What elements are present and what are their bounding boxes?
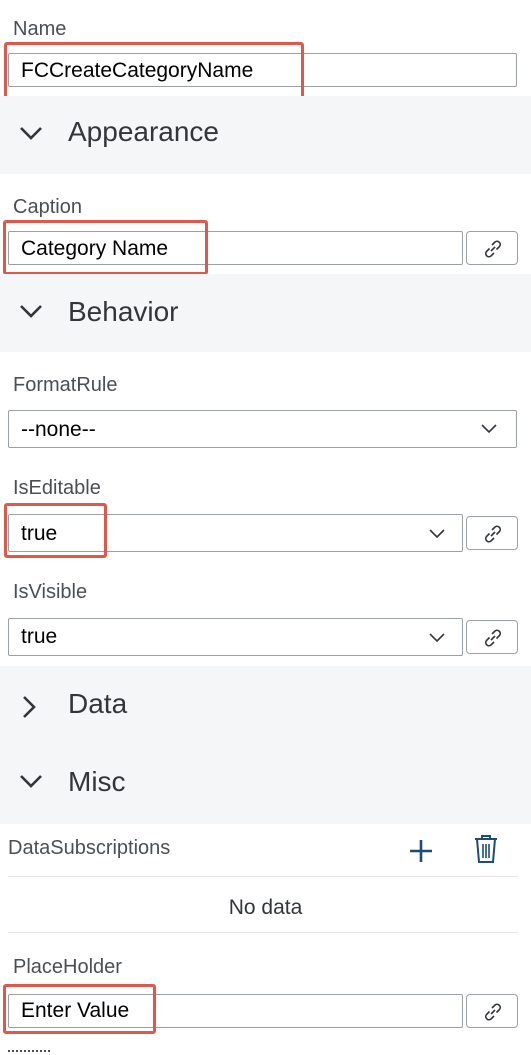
- no-data-text: No data: [228, 896, 303, 919]
- section-band-data-misc: Data Misc: [0, 666, 531, 824]
- placeholder-highlight: [3, 984, 156, 1034]
- iseditable-binding-button[interactable]: [466, 516, 518, 550]
- section-behavior[interactable]: Behavior: [0, 274, 531, 352]
- divider: [8, 876, 518, 877]
- iseditable-label: IsEditable: [13, 477, 101, 499]
- chevron-down-icon[interactable]: [427, 631, 447, 645]
- chevron-down-icon[interactable]: [427, 527, 447, 541]
- link-icon: [485, 240, 501, 258]
- isvisible-label: IsVisible: [13, 581, 88, 603]
- chevron-down-icon[interactable]: [479, 422, 499, 436]
- section-title-data: Data: [68, 688, 128, 719]
- section-data[interactable]: Data: [0, 666, 531, 744]
- name-label: Name: [13, 18, 67, 40]
- section-title-appearance: Appearance: [68, 116, 220, 147]
- iseditable-highlight: [4, 503, 107, 558]
- formatrule-select[interactable]: --none--: [8, 410, 517, 448]
- section-title-behavior: Behavior: [68, 296, 179, 327]
- section-title-misc: Misc: [68, 766, 126, 797]
- link-icon: [485, 525, 501, 543]
- chevron-down-icon: [20, 127, 42, 140]
- isvisible-binding-button[interactable]: [466, 620, 518, 654]
- section-appearance[interactable]: Appearance: [0, 96, 531, 174]
- delete-icon[interactable]: [473, 834, 499, 864]
- chevron-down-icon: [20, 775, 42, 788]
- isvisible-select-value: true: [21, 625, 58, 648]
- placeholder-label: PlaceHolder: [13, 956, 122, 978]
- add-icon[interactable]: [408, 838, 434, 864]
- link-icon: [485, 629, 501, 647]
- formatrule-label: FormatRule: [13, 374, 118, 396]
- section-misc[interactable]: Misc: [0, 744, 531, 824]
- caption-binding-button[interactable]: [466, 231, 518, 265]
- divider: [8, 932, 518, 933]
- caption-label: Caption: [13, 196, 82, 218]
- truncated-next-field: [8, 1050, 50, 1054]
- link-icon: [485, 1003, 501, 1021]
- formatrule-select-value: --none--: [21, 418, 96, 441]
- datasubscriptions-label: DataSubscriptions: [8, 837, 171, 859]
- chevron-right-icon: [23, 696, 36, 718]
- chevron-down-icon: [20, 305, 42, 318]
- caption-highlight: [3, 220, 208, 275]
- name-highlight: [4, 42, 304, 100]
- placeholder-binding-button[interactable]: [466, 994, 518, 1028]
- isvisible-select[interactable]: true: [8, 618, 463, 656]
